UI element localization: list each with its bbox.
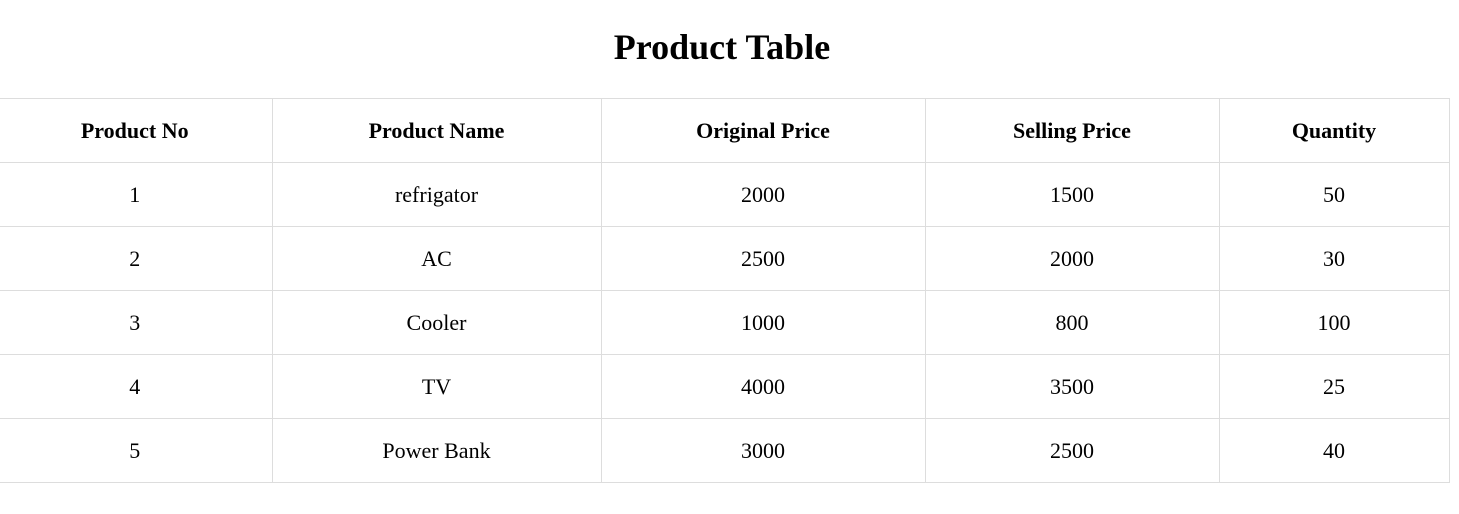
cell-product-no: 1 <box>0 162 273 227</box>
cell-selling-price: 3500 <box>924 354 1220 419</box>
page-title: Product Table <box>613 27 831 67</box>
product-table: Product No Product Name Original Price S… <box>0 98 1450 483</box>
table-header: Product No Product Name Original Price S… <box>0 98 1450 163</box>
cell-original-price: 3000 <box>600 418 926 483</box>
cell-product-name: TV <box>271 354 602 419</box>
table-row: 5 Power Bank 3000 2500 40 <box>0 418 1450 483</box>
cell-original-price: 2000 <box>600 162 926 227</box>
table-row: 3 Cooler 1000 800 100 <box>0 290 1450 355</box>
cell-quantity: 30 <box>1218 226 1450 291</box>
cell-selling-price: 2000 <box>924 226 1220 291</box>
header-original-price: Original Price <box>600 98 926 163</box>
header-selling-price: Selling Price <box>924 98 1220 163</box>
cell-product-no: 4 <box>0 354 273 419</box>
cell-quantity: 25 <box>1218 354 1450 419</box>
cell-product-name: Cooler <box>271 290 602 355</box>
cell-quantity: 100 <box>1218 290 1450 355</box>
cell-original-price: 2500 <box>600 226 926 291</box>
table-body: 1 refrigator 2000 1500 50 2 AC 2500 2000… <box>0 162 1450 483</box>
cell-product-no: 3 <box>0 290 273 355</box>
header-product-name: Product Name <box>271 98 602 163</box>
table-row: 4 TV 4000 3500 25 <box>0 354 1450 419</box>
cell-selling-price: 1500 <box>924 162 1220 227</box>
cell-quantity: 40 <box>1218 418 1450 483</box>
header-row: Product No Product Name Original Price S… <box>0 98 1450 163</box>
cell-product-no: 5 <box>0 418 273 483</box>
cell-product-name: refrigator <box>271 162 602 227</box>
cell-selling-price: 800 <box>924 290 1220 355</box>
cell-selling-price: 2500 <box>924 418 1220 483</box>
cell-quantity: 50 <box>1218 162 1450 227</box>
table-row: 1 refrigator 2000 1500 50 <box>0 162 1450 227</box>
cell-product-name: AC <box>271 226 602 291</box>
cell-original-price: 1000 <box>600 290 926 355</box>
cell-product-no: 2 <box>0 226 273 291</box>
header-product-no: Product No <box>0 98 273 163</box>
table-row: 2 AC 2500 2000 30 <box>0 226 1450 291</box>
cell-original-price: 4000 <box>600 354 926 419</box>
header-quantity: Quantity <box>1218 98 1450 163</box>
cell-product-name: Power Bank <box>271 418 602 483</box>
